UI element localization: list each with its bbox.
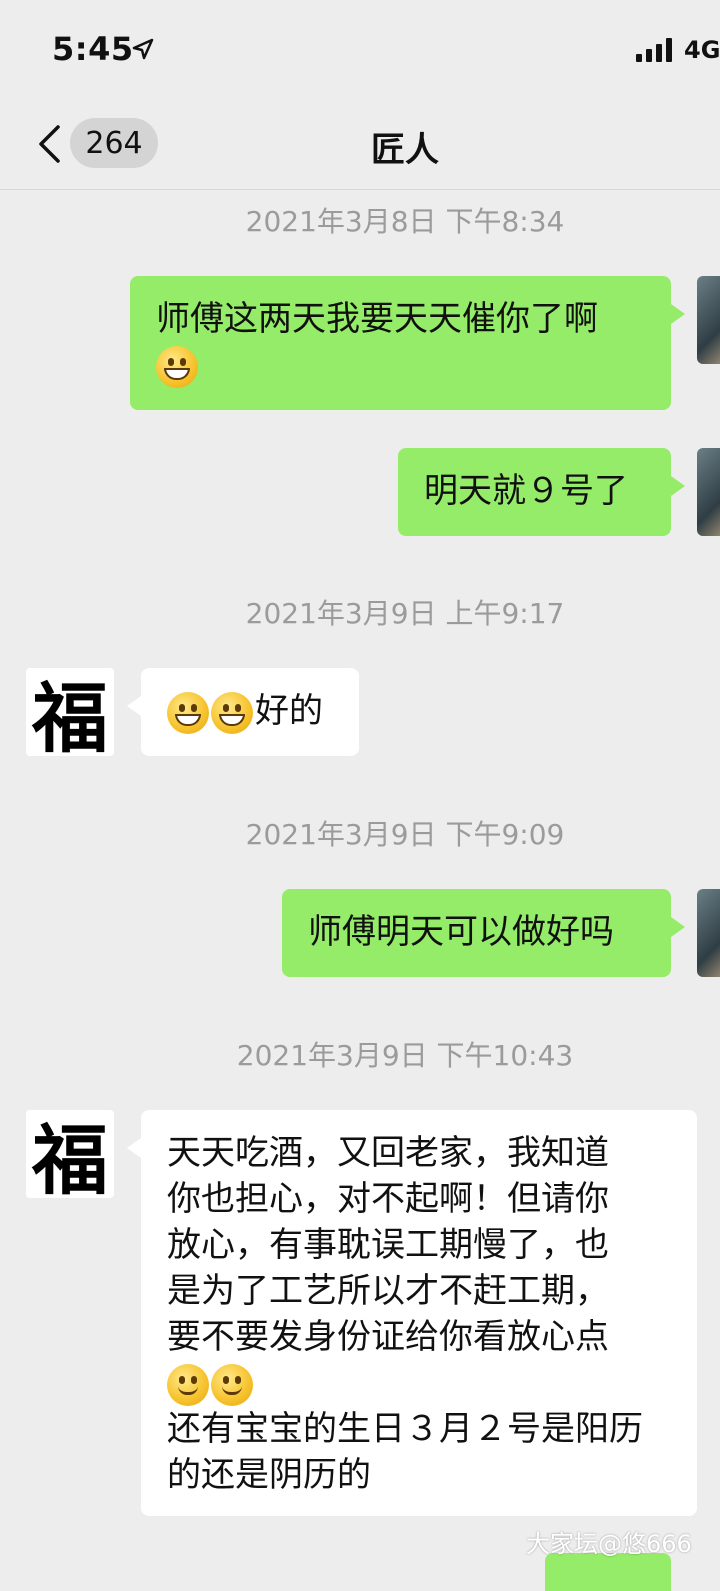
sent-message-bubble[interactable]: 师傅这两天我要天天催你了啊 <box>130 276 685 410</box>
message-text: 还有宝宝的生日３月２号是阳历 的还是阴历的 <box>167 1409 643 1495</box>
watermark: 大家坛@悠666 <box>526 1530 692 1558</box>
received-message-bubble[interactable]: 天天吃酒，又回老家，我知道 你也担心，对不起啊！但请你 放心，有事耽误工期慢了，… <box>127 1110 697 1516</box>
network-label: 4G <box>684 36 720 64</box>
contact-avatar[interactable]: 福 <box>26 668 114 756</box>
message-timestamp: 2021年3月9日 上午9:17 <box>245 597 565 630</box>
contact-avatar-glyph: 福 <box>32 674 108 756</box>
message-text: 师傅这两天我要天天催你了啊 <box>156 299 598 339</box>
smile-emoji-icon <box>167 1363 209 1406</box>
my-avatar[interactable] <box>697 448 720 536</box>
smile-emoji-icon <box>211 1363 253 1406</box>
contact-avatar[interactable]: 福 <box>26 1110 114 1198</box>
my-avatar[interactable] <box>697 276 720 364</box>
status-time: 5:45 <box>52 30 134 68</box>
received-message-bubble[interactable]: 好的 <box>127 668 359 756</box>
chat-title: 匠人 <box>371 130 439 170</box>
message-text: 明天就９号了 <box>424 471 628 511</box>
message-text: 天天吃酒，又回老家，我知道 你也担心，对不起啊！但请你 放心，有事耽误工期慢了，… <box>167 1133 609 1357</box>
grin-emoji-icon <box>167 691 209 734</box>
message-text: 好的 <box>255 691 323 731</box>
message-timestamp: 2021年3月9日 下午9:09 <box>245 818 565 851</box>
sent-message-bubble[interactable]: 师傅明天可以做好吗 <box>282 889 685 977</box>
emoji-row <box>167 1360 671 1406</box>
grin-emoji-icon <box>211 691 253 734</box>
nav-bar: 264 匠人 <box>0 100 720 190</box>
message-text: 师傅明天可以做好吗 <box>308 912 614 952</box>
my-avatar[interactable] <box>697 889 720 977</box>
sent-message-bubble[interactable]: 明天就９号了 <box>398 448 685 536</box>
location-arrow-icon <box>132 38 154 60</box>
message-timestamp: 2021年3月9日 下午10:43 <box>236 1039 574 1072</box>
signal-bars-icon <box>636 38 672 62</box>
grin-emoji-icon <box>156 345 198 388</box>
message-timestamp: 2021年3月8日 下午8:34 <box>245 205 565 238</box>
contact-avatar-glyph: 福 <box>32 1116 108 1198</box>
status-bar: 5:45 4G <box>0 0 720 100</box>
